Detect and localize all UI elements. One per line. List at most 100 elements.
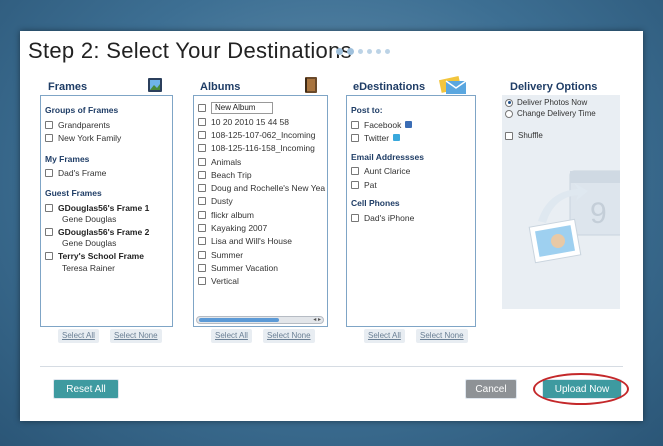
albums-select-none[interactable]: Select None: [263, 329, 315, 343]
svg-text:9: 9: [590, 197, 607, 230]
page-title: Step 2: Select Your Destinations: [28, 38, 352, 63]
checkbox[interactable]: [198, 197, 206, 206]
phone-dads-iphone[interactable]: Dad's iPhone: [351, 211, 475, 224]
highlight-oval: [533, 373, 629, 405]
deliver-now-option[interactable]: Deliver Photos Now: [505, 97, 620, 108]
twitter-icon: [393, 134, 401, 142]
progress-dot: [385, 49, 390, 54]
progress-dot: [336, 48, 343, 55]
cancel-button[interactable]: Cancel: [465, 379, 517, 399]
delivery-options-panel: Deliver Photos Now Change Delivery Time …: [502, 95, 620, 309]
album-item[interactable]: Summer Vacation: [198, 261, 327, 274]
frames-list[interactable]: Groups of Frames Grandparents New York F…: [40, 95, 173, 327]
checkbox[interactable]: [198, 103, 206, 112]
checkbox[interactable]: [351, 180, 359, 189]
album-item[interactable]: flickr album: [198, 208, 327, 221]
change-delivery-time-option[interactable]: Change Delivery Time: [505, 108, 620, 119]
step-progress-dots: [336, 48, 390, 55]
envelope-icon: [438, 76, 467, 94]
guest-frames-heading: Guest Frames: [45, 187, 102, 198]
checkbox[interactable]: [198, 237, 206, 246]
edestinations-header: eDestinations: [353, 81, 426, 93]
guest-frame-3[interactable]: Terry's School Frame: [45, 249, 172, 262]
checkbox[interactable]: [198, 170, 206, 179]
groups-heading: Groups of Frames: [45, 105, 119, 115]
album-item[interactable]: Kayaking 2007: [198, 221, 327, 234]
album-item[interactable]: Lisa and Will's House: [198, 235, 327, 248]
checkbox[interactable]: [45, 252, 53, 261]
checkbox[interactable]: [198, 184, 206, 193]
checkbox[interactable]: [198, 263, 206, 272]
shuffle-option[interactable]: Shuffle: [505, 130, 620, 141]
scroll-arrows-icon[interactable]: ◂ ▸: [313, 317, 321, 324]
albums-list[interactable]: 10 20 2010 15 44 58 108-125-107-062_Inco…: [193, 95, 328, 327]
upload-dialog: Step 2: Select Your Destinations Frames …: [20, 31, 643, 421]
checkbox[interactable]: [45, 203, 53, 212]
guest-frame-owner: Gene Douglas: [62, 238, 117, 249]
new-album-row[interactable]: [198, 100, 327, 115]
progress-dot: [358, 49, 363, 54]
post-facebook[interactable]: Facebook: [351, 118, 475, 131]
progress-dot: [376, 49, 381, 54]
albums-horizontal-scrollbar[interactable]: ◂ ▸: [196, 316, 324, 324]
radio-selected[interactable]: [505, 98, 513, 107]
email-aunt-clarice[interactable]: Aunt Clarice: [351, 165, 475, 178]
radio[interactable]: [505, 109, 513, 118]
progress-dot: [367, 49, 372, 54]
edest-select-none[interactable]: Select None: [416, 329, 468, 343]
album-item[interactable]: Animals: [198, 155, 327, 168]
checkbox[interactable]: [198, 277, 206, 286]
frames-select-none[interactable]: Select None: [110, 329, 162, 343]
edestinations-list[interactable]: Post to: Facebook Twitter Email Addresss…: [346, 95, 476, 327]
reset-all-button[interactable]: Reset All: [53, 379, 119, 399]
album-book-icon: [305, 77, 317, 93]
email-heading: Email Addressses: [351, 151, 424, 162]
frame-group-grandparents[interactable]: Grandparents: [45, 118, 172, 131]
scrollbar-thumb[interactable]: [199, 318, 279, 322]
album-item[interactable]: Dusty: [198, 195, 327, 208]
calendar-photo-illustration-icon: 9: [528, 170, 620, 264]
checkbox[interactable]: [198, 117, 206, 126]
album-item[interactable]: 108-125-116-158_Incoming: [198, 142, 327, 155]
guest-frame-1[interactable]: GDouglas56's Frame 1: [45, 201, 172, 214]
albums-header: Albums: [200, 81, 241, 93]
checkbox[interactable]: [45, 169, 53, 178]
album-item[interactable]: 10 20 2010 15 44 58: [198, 115, 327, 128]
checkbox[interactable]: [505, 131, 513, 140]
post-to-heading: Post to:: [351, 105, 383, 115]
checkbox[interactable]: [45, 227, 53, 236]
albums-select-all[interactable]: Select All: [211, 329, 252, 343]
album-item[interactable]: Summer: [198, 248, 327, 261]
frames-select-all[interactable]: Select All: [58, 329, 99, 343]
cell-phones-heading: Cell Phones: [351, 198, 400, 209]
edest-select-all[interactable]: Select All: [364, 329, 405, 343]
checkbox[interactable]: [198, 144, 206, 153]
album-item[interactable]: Beach Trip: [198, 168, 327, 181]
footer-divider: [40, 366, 623, 367]
guest-frame-owner: Gene Douglas: [62, 214, 117, 225]
checkbox[interactable]: [45, 120, 53, 129]
checkbox[interactable]: [351, 133, 359, 142]
frame-group-new-york-family[interactable]: New York Family: [45, 131, 172, 144]
checkbox[interactable]: [198, 210, 206, 219]
checkbox[interactable]: [45, 133, 53, 142]
delivery-options-header: Delivery Options: [510, 81, 598, 93]
new-album-input[interactable]: [211, 101, 273, 114]
checkbox[interactable]: [351, 213, 359, 222]
my-frame-dads-frame[interactable]: Dad's Frame: [45, 167, 172, 180]
album-item[interactable]: Doug and Rochelle's New Yea: [198, 181, 327, 194]
email-pat[interactable]: Pat: [351, 178, 475, 191]
checkbox[interactable]: [198, 130, 206, 139]
checkbox[interactable]: [351, 167, 359, 176]
checkbox[interactable]: [198, 224, 206, 233]
post-twitter[interactable]: Twitter: [351, 131, 475, 144]
my-frames-heading: My Frames: [45, 153, 90, 164]
album-item[interactable]: 108-125-107-062_Incoming: [198, 128, 327, 141]
checkbox[interactable]: [198, 157, 206, 166]
guest-frame-2[interactable]: GDouglas56's Frame 2: [45, 225, 172, 238]
checkbox[interactable]: [198, 250, 206, 259]
guest-frame-owner: Teresa Rainer: [62, 262, 115, 273]
album-item[interactable]: Vertical: [198, 275, 327, 288]
checkbox[interactable]: [351, 120, 359, 129]
frames-header: Frames: [48, 81, 88, 93]
